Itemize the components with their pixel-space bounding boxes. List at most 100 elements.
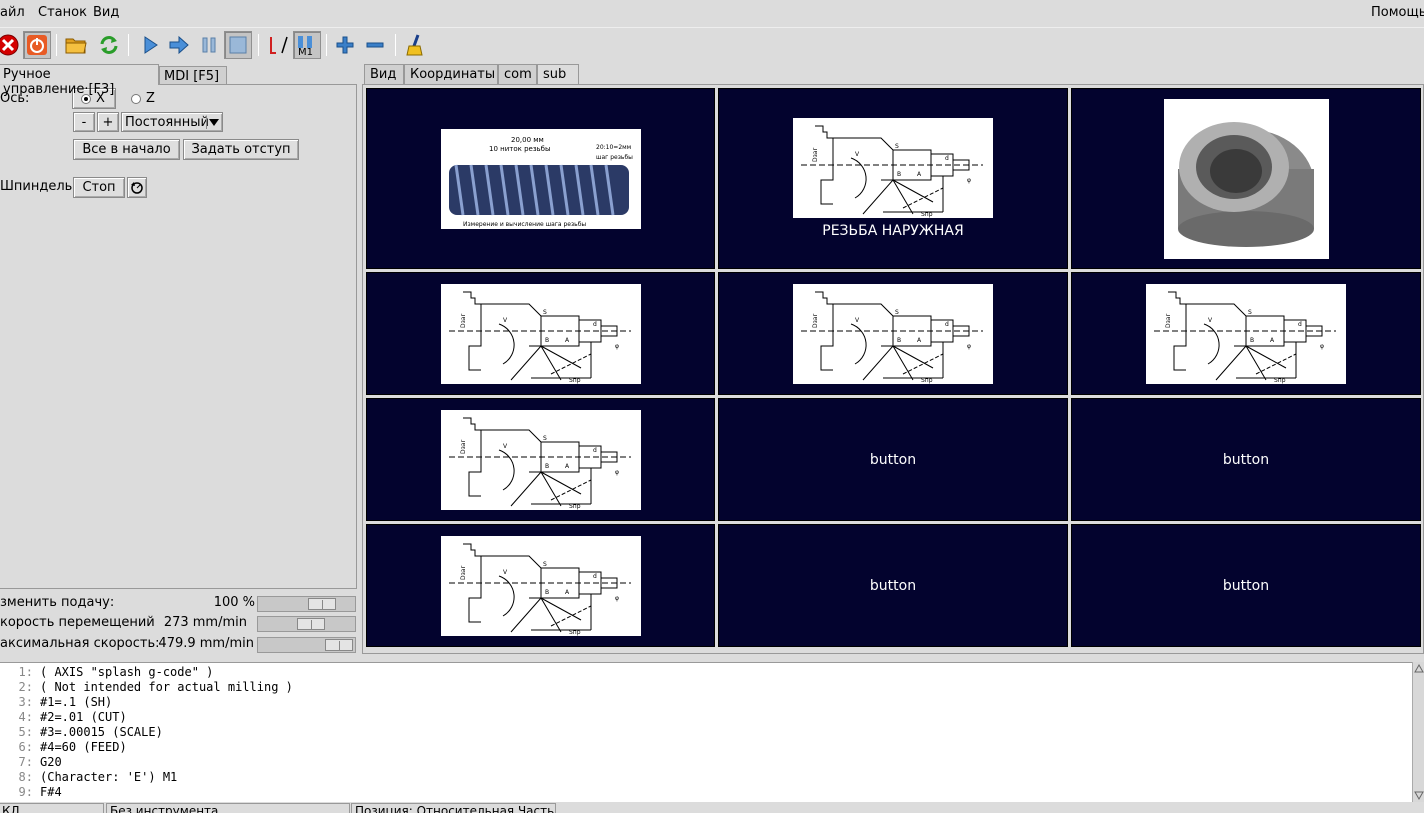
tab-manual-label: Ручное управление·[F3] [3,67,115,97]
svg-text:B: B [545,463,549,470]
machine-power-icon[interactable] [23,31,51,59]
lathe-cycle-button-4[interactable]: Dзаг V S B A d φ Sпр [366,398,715,521]
m1-label: M1 [298,47,313,56]
generic-button-3[interactable]: button [718,524,1068,647]
svg-text:B: B [1250,337,1254,344]
zoom-out-icon[interactable] [361,31,389,59]
internal-thread-button[interactable] [1071,88,1421,269]
external-thread-caption: РЕЗЬБА НАРУЖНАЯ [822,223,964,239]
thread-title-label: 20,00 мм [511,136,544,144]
spindle-ccw-icon[interactable] [127,177,147,198]
svg-text:B: B [897,337,901,344]
jog-speed-row: корость перемещений 273 mm/min [0,614,358,634]
pause-icon[interactable] [195,31,223,59]
spindle-stop-button[interactable]: Стоп [73,177,125,198]
stop-icon[interactable] [224,31,252,59]
gcode-line: 2:( Not intended for actual milling ) [18,680,293,694]
manual-control-panel: Ось: X Z - + Постоянный Все в начало Зад… [0,84,357,589]
svg-text:d: d [945,155,949,162]
feed-override-slider[interactable] [257,596,356,612]
svg-text:Sпр: Sпр [921,211,933,218]
generic-button-4[interactable]: button [1071,524,1421,647]
spindle-label: Шпиндель: [0,179,77,194]
svg-text:d: d [1298,321,1302,328]
svg-text:φ: φ [967,177,971,184]
slider-knob[interactable] [297,618,325,630]
block-delete-icon[interactable] [264,31,292,59]
open-file-icon[interactable] [62,31,90,59]
estop-icon[interactable] [0,31,22,59]
menu-help[interactable]: Помощь [1371,5,1424,20]
scroll-up-icon[interactable] [1413,662,1424,674]
lathe-diagram-image: Dзаг V S B A d φ Sпр [1146,283,1346,384]
menu-bar: айл Станок Вид Помощь [0,0,1424,26]
gcode-line: 1:( AXIS "splash g-code" ) [18,665,214,679]
generic-button-2[interactable]: button [1071,398,1421,521]
tab-com[interactable]: com [498,64,537,84]
thread-pitch-button[interactable]: 20,00 мм 10 ниток резьбы 20:10=2мм шаг р… [366,88,715,269]
gcode-line: 5: #3=.00015 (SCALE) [18,725,163,739]
lathe-cycle-button-2[interactable]: Dзаг V S B A d φ Sпр [718,272,1068,395]
menu-file[interactable]: айл [0,5,25,20]
svg-text:φ: φ [615,343,619,350]
svg-text:Sпр: Sпр [921,377,933,384]
axis-z-label: Z [146,91,155,106]
tab-manual-control[interactable]: Ручное управление·[F3] [0,64,159,97]
clear-plot-icon[interactable] [402,31,430,59]
gcode-scrollbar[interactable] [1412,662,1424,802]
svg-text:Dзаг: Dзаг [1165,313,1172,328]
max-velocity-slider[interactable] [257,637,356,653]
reload-icon[interactable] [95,31,123,59]
jog-minus-button[interactable]: - [73,112,95,132]
jog-speed-label: корость перемещений [0,615,155,630]
jog-plus-button[interactable]: + [97,112,119,132]
jog-mode-value: Постоянный [125,114,209,130]
axis-z-radio[interactable]: Z [131,91,155,106]
lathe-diagram-image: Dзаг V S B A d φ Sпр [440,535,641,636]
svg-text:Sпр: Sпр [569,377,581,384]
gcode-text-area[interactable]: 1:( AXIS "splash g-code" ) 2:( Not inten… [0,662,1412,802]
svg-text:A: A [917,171,922,178]
menu-machine[interactable]: Станок [38,5,87,20]
tab-view[interactable]: Вид [364,64,404,84]
svg-text:B: B [897,171,901,178]
slider-knob[interactable] [325,639,353,651]
jog-speed-slider[interactable] [257,616,356,632]
jog-mode-select[interactable]: Постоянный [121,112,223,132]
tab-mdi[interactable]: MDI [F5] [159,66,227,84]
external-thread-button[interactable]: Dзаг V S B A d φ Sпр РЕЗЬБА НАРУЖНАЯ [718,88,1068,269]
tab-coordinates[interactable]: Координаты [404,64,498,84]
svg-text:S: S [895,143,899,150]
optional-stop-icon[interactable]: M1 [293,31,321,59]
svg-text:V: V [855,151,860,158]
svg-text:Dзаг: Dзаг [460,439,467,454]
generic-button-1[interactable]: button [718,398,1068,521]
slider-knob[interactable] [308,598,336,610]
step-icon[interactable] [165,31,193,59]
svg-text:A: A [917,337,922,344]
zoom-in-icon[interactable] [331,31,359,59]
lathe-cycle-button-1[interactable]: Dзаг V S B A d φ Sпр [366,272,715,395]
svg-text:φ: φ [1320,343,1324,350]
gcode-line: 6: #4=60 (FEED) [18,740,127,754]
scroll-down-icon[interactable] [1413,790,1424,802]
svg-text:Dзаг: Dзаг [812,147,819,162]
lathe-cycle-button-5[interactable]: Dзаг V S B A d φ Sпр [366,524,715,647]
svg-text:V: V [503,317,508,324]
home-all-button[interactable]: Все в начало [73,139,180,160]
gcode-line: 4: #2=.01 (CUT) [18,710,127,724]
lathe-cycle-button-3[interactable]: Dзаг V S B A d φ Sпр [1071,272,1421,395]
svg-text:d: d [945,321,949,328]
run-icon[interactable] [136,31,164,59]
svg-text:φ: φ [615,469,619,476]
radio-off-icon [131,93,141,104]
svg-text:A: A [565,589,570,596]
toolbar: M1 [0,27,1424,61]
touch-off-button[interactable]: Задать отступ [183,139,299,160]
tab-sub[interactable]: sub [537,64,579,85]
max-velocity-label: аксимальная скорость: [0,636,160,651]
thread-turns-label: 10 ниток резьбы [489,145,551,153]
feed-override-value: 100 % [213,595,255,610]
menu-view[interactable]: Вид [93,5,119,20]
svg-text:V: V [855,317,860,324]
